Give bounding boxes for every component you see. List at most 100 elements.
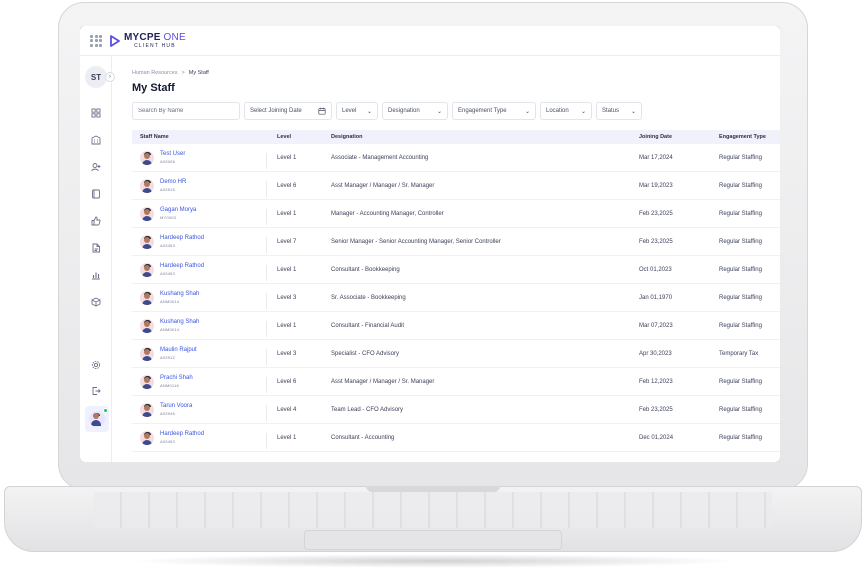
staff-id: A03006	[160, 158, 175, 164]
staff-id: A03515	[160, 186, 175, 192]
avatar	[140, 178, 154, 193]
designation-dropdown-label: Designation	[388, 108, 420, 114]
joining-date-cell: Jan 01,1970	[639, 294, 673, 301]
engagement-type-dropdown[interactable]: Engagement Type ⌄	[452, 102, 536, 120]
table-row[interactable]: Demo HR A03515 Level 6 Asst Manager / Ma…	[132, 172, 780, 200]
designation-dropdown[interactable]: Designation ⌄	[382, 102, 448, 120]
table-row[interactable]: Test User A03006 Level 1 Associate - Man…	[132, 144, 780, 172]
joining-date-cell: Feb 23,2025	[639, 238, 673, 245]
laptop-trackpad	[304, 530, 562, 550]
bar-chart-icon[interactable]	[91, 270, 101, 280]
designation-cell: Manager - Accounting Manager, Controller	[331, 210, 444, 217]
engagement-type-cell: Regular Staffing	[719, 294, 762, 301]
staff-cell: Test User A03006	[132, 150, 277, 169]
staff-name-link[interactable]: Test User	[160, 151, 185, 158]
chevron-down-icon: ⌄	[366, 108, 372, 115]
staff-cell: Prachi Shah ANM0116	[132, 374, 277, 393]
designation-cell: Sr. Associate - Bookkeeping	[331, 294, 406, 301]
laptop-screen: MYCPE ONE CLIENT HUB ST › Human Resource…	[80, 26, 780, 462]
engagement-type-cell: Regular Staffing	[719, 434, 762, 441]
chevron-down-icon: ⌄	[630, 108, 636, 115]
add-user-icon[interactable]	[91, 162, 101, 172]
staff-name-link[interactable]: Maulin Rajput	[160, 347, 197, 354]
staff-name-link[interactable]: Hardeep Rathod	[160, 431, 204, 438]
logout-icon[interactable]	[91, 386, 101, 396]
staff-cell: Hardeep Rathod A03453	[132, 234, 277, 253]
building-icon[interactable]	[91, 135, 101, 145]
staff-name-link[interactable]: Kushang Shah	[160, 319, 199, 326]
breadcrumb: Human Resources > My Staff	[132, 70, 209, 76]
staff-name-link[interactable]: Hardeep Rathod	[160, 235, 204, 242]
level-cell: Level 6	[277, 378, 297, 385]
avatar	[140, 290, 154, 305]
level-cell: Level 6	[277, 182, 297, 189]
breadcrumb-current: My Staff	[188, 70, 209, 76]
document-icon[interactable]	[91, 243, 101, 253]
laptop-shadow	[124, 554, 742, 568]
avatar	[140, 346, 154, 361]
app-grid-icon[interactable]	[90, 34, 102, 47]
joining-date-cell: Apr 30,2023	[639, 350, 672, 357]
sidebar-expand-icon[interactable]: ›	[105, 72, 115, 82]
engagement-type-cell: Regular Staffing	[719, 322, 762, 329]
staff-name-link[interactable]: Tarun Voora	[160, 403, 192, 410]
column-header-staff-name[interactable]: Staff Name	[132, 134, 277, 140]
staff-name-link[interactable]: Kushang Shah	[160, 291, 199, 298]
staff-name-link[interactable]: Prachi Shah	[160, 375, 193, 382]
book-icon[interactable]	[91, 189, 101, 199]
status-dropdown[interactable]: Status ⌄	[596, 102, 642, 120]
joining-date-picker[interactable]: Select Joining Date	[244, 102, 332, 120]
engagement-type-cell: Regular Staffing	[719, 238, 762, 245]
table-row[interactable]: Hardeep Rathod A03453 Level 7 Senior Man…	[132, 228, 780, 256]
joining-date-label: Select Joining Date	[250, 108, 302, 114]
chevron-down-icon: ⌄	[436, 108, 442, 115]
brand-logo[interactable]: MYCPE ONE CLIENT HUB	[110, 32, 186, 49]
staff-cell: Hardeep Rathod A03453	[132, 430, 277, 449]
staff-id: A03453	[160, 270, 175, 276]
current-user-avatar[interactable]	[85, 406, 109, 432]
location-dropdown[interactable]: Location ⌄	[540, 102, 592, 120]
user-initials-avatar[interactable]: ST	[85, 66, 107, 88]
table-row[interactable]: Tarun Voora A03946 Level 4 Team Lead - C…	[132, 396, 780, 424]
column-header-designation[interactable]: Designation	[331, 134, 639, 140]
staff-id: ANM0014	[160, 326, 180, 332]
table-row[interactable]: Gagan Morya MY0003 Level 1 Manager - Acc…	[132, 200, 780, 228]
staff-cell: Gagan Morya MY0003	[132, 206, 277, 225]
table-row[interactable]: Kushang Shah ANM0014 Level 1 Consultant …	[132, 312, 780, 340]
dashboard-icon[interactable]	[91, 108, 101, 118]
designation-cell: Senior Manager - Senior Accounting Manag…	[331, 238, 501, 245]
avatar	[140, 206, 154, 221]
cube-icon[interactable]	[91, 297, 101, 307]
table-body: Test User A03006 Level 1 Associate - Man…	[132, 144, 780, 452]
avatar	[140, 234, 154, 249]
avatar	[140, 402, 154, 417]
settings-icon[interactable]	[91, 360, 101, 370]
staff-cell: Demo HR A03515	[132, 178, 277, 197]
level-cell: Level 1	[277, 434, 297, 441]
table-row[interactable]: Prachi Shah ANM0116 Level 6 Asst Manager…	[132, 368, 780, 396]
column-header-joining-date[interactable]: Joining Date	[639, 134, 719, 140]
column-header-level[interactable]: Level	[277, 134, 331, 140]
table-row[interactable]: Hardeep Rathod A03453 Level 1 Consultant…	[132, 424, 780, 452]
staff-name-link[interactable]: Gagan Morya	[160, 207, 196, 214]
level-dropdown[interactable]: Level ⌄	[336, 102, 378, 120]
level-cell: Level 3	[277, 294, 297, 301]
avatar	[140, 262, 154, 277]
joining-date-cell: Mar 17,2024	[639, 154, 673, 161]
avatar	[140, 318, 154, 333]
staff-name-link[interactable]: Demo HR	[160, 179, 186, 186]
joining-date-cell: Oct 01,2023	[639, 266, 672, 273]
table-row[interactable]: Kushang Shah ANM0014 Level 3 Sr. Associa…	[132, 284, 780, 312]
search-input[interactable]	[132, 102, 240, 120]
table-row[interactable]: Maulin Rajput A03912 Level 3 Specialist …	[132, 340, 780, 368]
column-header-engagement-type[interactable]: Engagement Type	[719, 134, 779, 140]
joining-date-cell: Dec 01,2024	[639, 434, 674, 441]
staff-id: A03912	[160, 354, 175, 360]
avatar	[140, 150, 154, 165]
breadcrumb-parent[interactable]: Human Resources	[132, 70, 178, 76]
engagement-type-dropdown-label: Engagement Type	[458, 108, 507, 114]
table-header: Staff Name Level Designation Joining Dat…	[132, 130, 780, 144]
table-row[interactable]: Hardeep Rathod A03453 Level 1 Consultant…	[132, 256, 780, 284]
staff-name-link[interactable]: Hardeep Rathod	[160, 263, 204, 270]
thumbs-up-icon[interactable]	[91, 216, 101, 226]
